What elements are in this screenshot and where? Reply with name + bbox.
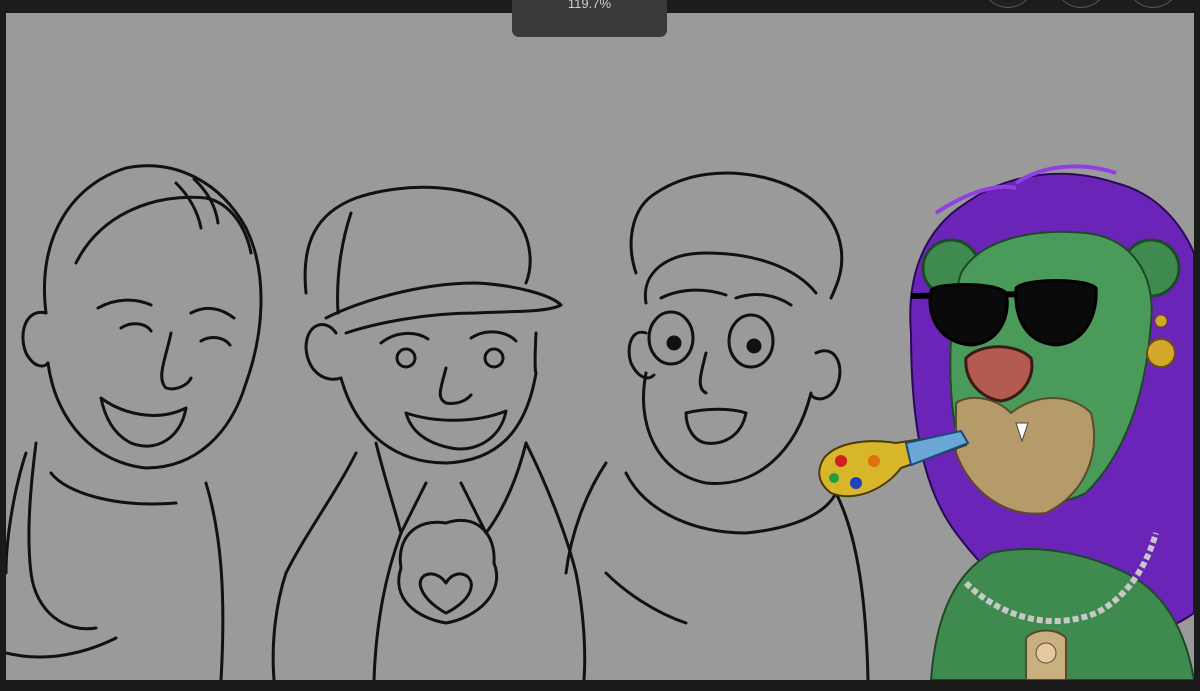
- right-frame: [1194, 12, 1200, 680]
- character-3-outline: [564, 171, 870, 680]
- artwork: [6, 164, 1194, 680]
- drawing-canvas[interactable]: [6, 13, 1194, 680]
- character-2-outline: [271, 185, 587, 680]
- lion-character: [818, 164, 1194, 680]
- bottom-frame: [0, 680, 1200, 691]
- zoom-indicator[interactable]: 119.7%: [512, 0, 667, 37]
- character-1-outline: [6, 164, 263, 680]
- zoom-label: 119.7%: [567, 0, 612, 11]
